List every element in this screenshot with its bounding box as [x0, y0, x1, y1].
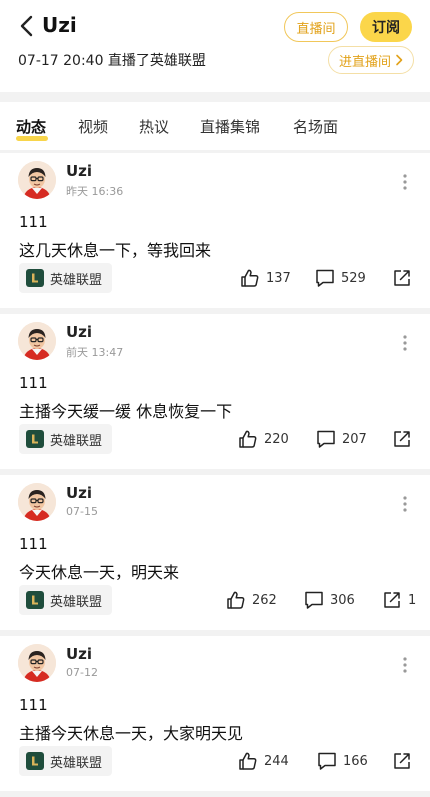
avatar[interactable] [18, 161, 56, 199]
comment-count: 207 [342, 431, 367, 447]
lol-game-icon [26, 752, 44, 770]
active-tab-indicator [16, 136, 48, 141]
tab-dynamic[interactable]: 动态 [16, 116, 46, 137]
comment-count: 306 [330, 592, 355, 608]
comment-icon [317, 430, 335, 448]
streamer-header: Uzi 直播间 订阅 07-17 20:40 直播了英雄联盟 进直播间 [0, 0, 430, 92]
share-icon [394, 431, 410, 447]
post-author[interactable]: Uzi [66, 645, 92, 663]
post-card[interactable]: Uzi 07-12 111 主播今天休息一天，大家明天见 英雄联盟 244 16… [0, 636, 430, 791]
post-text: 这几天休息一下，等我回来 [19, 241, 212, 260]
avatar[interactable] [18, 322, 56, 360]
post-author[interactable]: Uzi [66, 484, 92, 502]
like-count: 244 [264, 753, 289, 769]
post-card[interactable]: Uzi 07-15 111 今天休息一天，明天来 英雄联盟 262 306 1 [0, 475, 430, 630]
share-icon [384, 592, 400, 608]
game-tag[interactable]: 英雄联盟 [19, 263, 113, 293]
chevron-right-icon [396, 54, 403, 66]
comment-icon [318, 752, 336, 770]
post-time: 07-15 [66, 505, 98, 518]
avatar[interactable] [18, 483, 56, 521]
share-button[interactable] [392, 751, 418, 771]
post-time: 07-12 [66, 666, 98, 679]
live-room-button[interactable]: 直播间 [284, 12, 348, 42]
more-icon[interactable] [402, 656, 408, 674]
post-title: 111 [19, 535, 48, 553]
post-author[interactable]: Uzi [66, 323, 92, 341]
comment-button[interactable]: 207 [316, 429, 367, 449]
game-tag-label: 英雄联盟 [50, 272, 103, 288]
post-card[interactable]: Uzi 前天 13:47 111 主播今天缓一缓 休息恢复一下 英雄联盟 220 [0, 314, 430, 469]
game-tag[interactable]: 英雄联盟 [19, 746, 113, 776]
share-button[interactable] [392, 429, 418, 449]
share-icon [394, 270, 410, 286]
last-live-info: 07-17 20:40 直播了英雄联盟 [18, 53, 206, 69]
more-icon[interactable] [402, 334, 408, 352]
comment-icon [305, 591, 323, 609]
more-icon[interactable] [402, 495, 408, 513]
like-count: 220 [264, 431, 289, 447]
like-count: 262 [252, 592, 277, 608]
lol-game-icon [26, 269, 44, 287]
like-count: 137 [266, 270, 291, 286]
comment-count: 529 [341, 270, 366, 286]
subscribe-button[interactable]: 订阅 [360, 12, 412, 42]
like-button[interactable]: 262 [226, 590, 277, 610]
lol-game-icon [26, 591, 44, 609]
avatar[interactable] [18, 644, 56, 682]
thumbs-up-icon [239, 752, 257, 770]
back-icon[interactable] [18, 14, 38, 38]
enter-live-room-button[interactable]: 进直播间 [328, 46, 414, 74]
comment-button[interactable]: 306 [304, 590, 355, 610]
share-count: 1 [408, 592, 417, 608]
thumbs-up-icon [227, 591, 245, 609]
lol-game-icon [26, 430, 44, 448]
enter-live-room-label: 进直播间 [338, 54, 391, 70]
like-button[interactable]: 220 [238, 429, 289, 449]
post-title: 111 [19, 213, 48, 231]
thumbs-up-icon [239, 430, 257, 448]
share-icon [394, 753, 410, 769]
share-button[interactable] [392, 268, 418, 288]
comment-button[interactable]: 166 [317, 751, 368, 771]
tab-live-highlights[interactable]: 直播集锦 [200, 116, 260, 137]
comment-button[interactable]: 529 [315, 268, 366, 288]
streamer-name: Uzi [42, 13, 77, 37]
post-text: 主播今天缓一缓 休息恢复一下 [19, 402, 233, 421]
post-title: 111 [19, 374, 48, 392]
post-time: 昨天 16:36 [66, 185, 124, 198]
comment-icon [316, 269, 334, 287]
comment-count: 166 [343, 753, 368, 769]
game-tag[interactable]: 英雄联盟 [19, 424, 113, 454]
post-card[interactable]: Uzi 昨天 16:36 111 这几天休息一下，等我回来 英雄联盟 137 5… [0, 153, 430, 308]
like-button[interactable]: 137 [240, 268, 291, 288]
more-icon[interactable] [402, 173, 408, 191]
like-button[interactable]: 244 [238, 751, 289, 771]
share-button[interactable]: 1 [382, 590, 416, 610]
post-title: 111 [19, 696, 48, 714]
tab-famous-moments[interactable]: 名场面 [293, 116, 338, 137]
post-text: 今天休息一天，明天来 [19, 563, 180, 582]
post-author[interactable]: Uzi [66, 162, 92, 180]
post-text: 主播今天休息一天，大家明天见 [19, 724, 244, 743]
post-time: 前天 13:47 [66, 346, 124, 359]
thumbs-up-icon [241, 269, 259, 287]
tab-hot-topics[interactable]: 热议 [139, 116, 169, 137]
game-tag-label: 英雄联盟 [50, 594, 103, 610]
tab-video[interactable]: 视频 [78, 116, 108, 137]
game-tag[interactable]: 英雄联盟 [19, 585, 113, 615]
content-tabs: 动态 视频 热议 直播集锦 名场面 [0, 102, 430, 150]
game-tag-label: 英雄联盟 [50, 433, 103, 449]
game-tag-label: 英雄联盟 [50, 755, 103, 771]
